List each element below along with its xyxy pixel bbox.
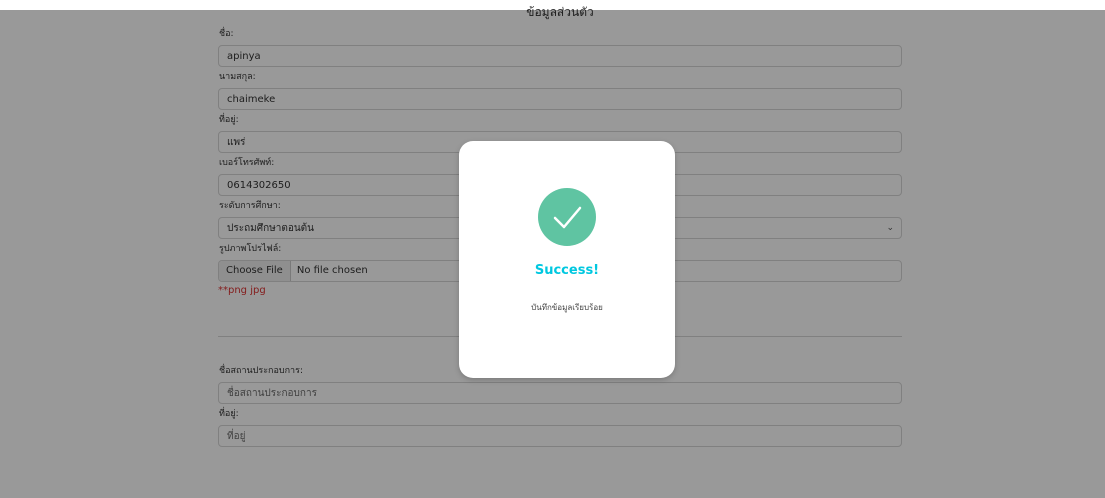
page: ข้อมูลส่วนตัว ชื่อ: apinya นามสกุล: chai… [0,0,1105,498]
modal-message: บันทึกข้อมูลเรียบร้อย [531,303,603,312]
success-modal: Success! บันทึกข้อมูลเรียบร้อย [459,141,675,378]
check-icon [553,206,582,229]
modal-title: Success! [534,263,600,278]
success-badge [538,188,596,246]
